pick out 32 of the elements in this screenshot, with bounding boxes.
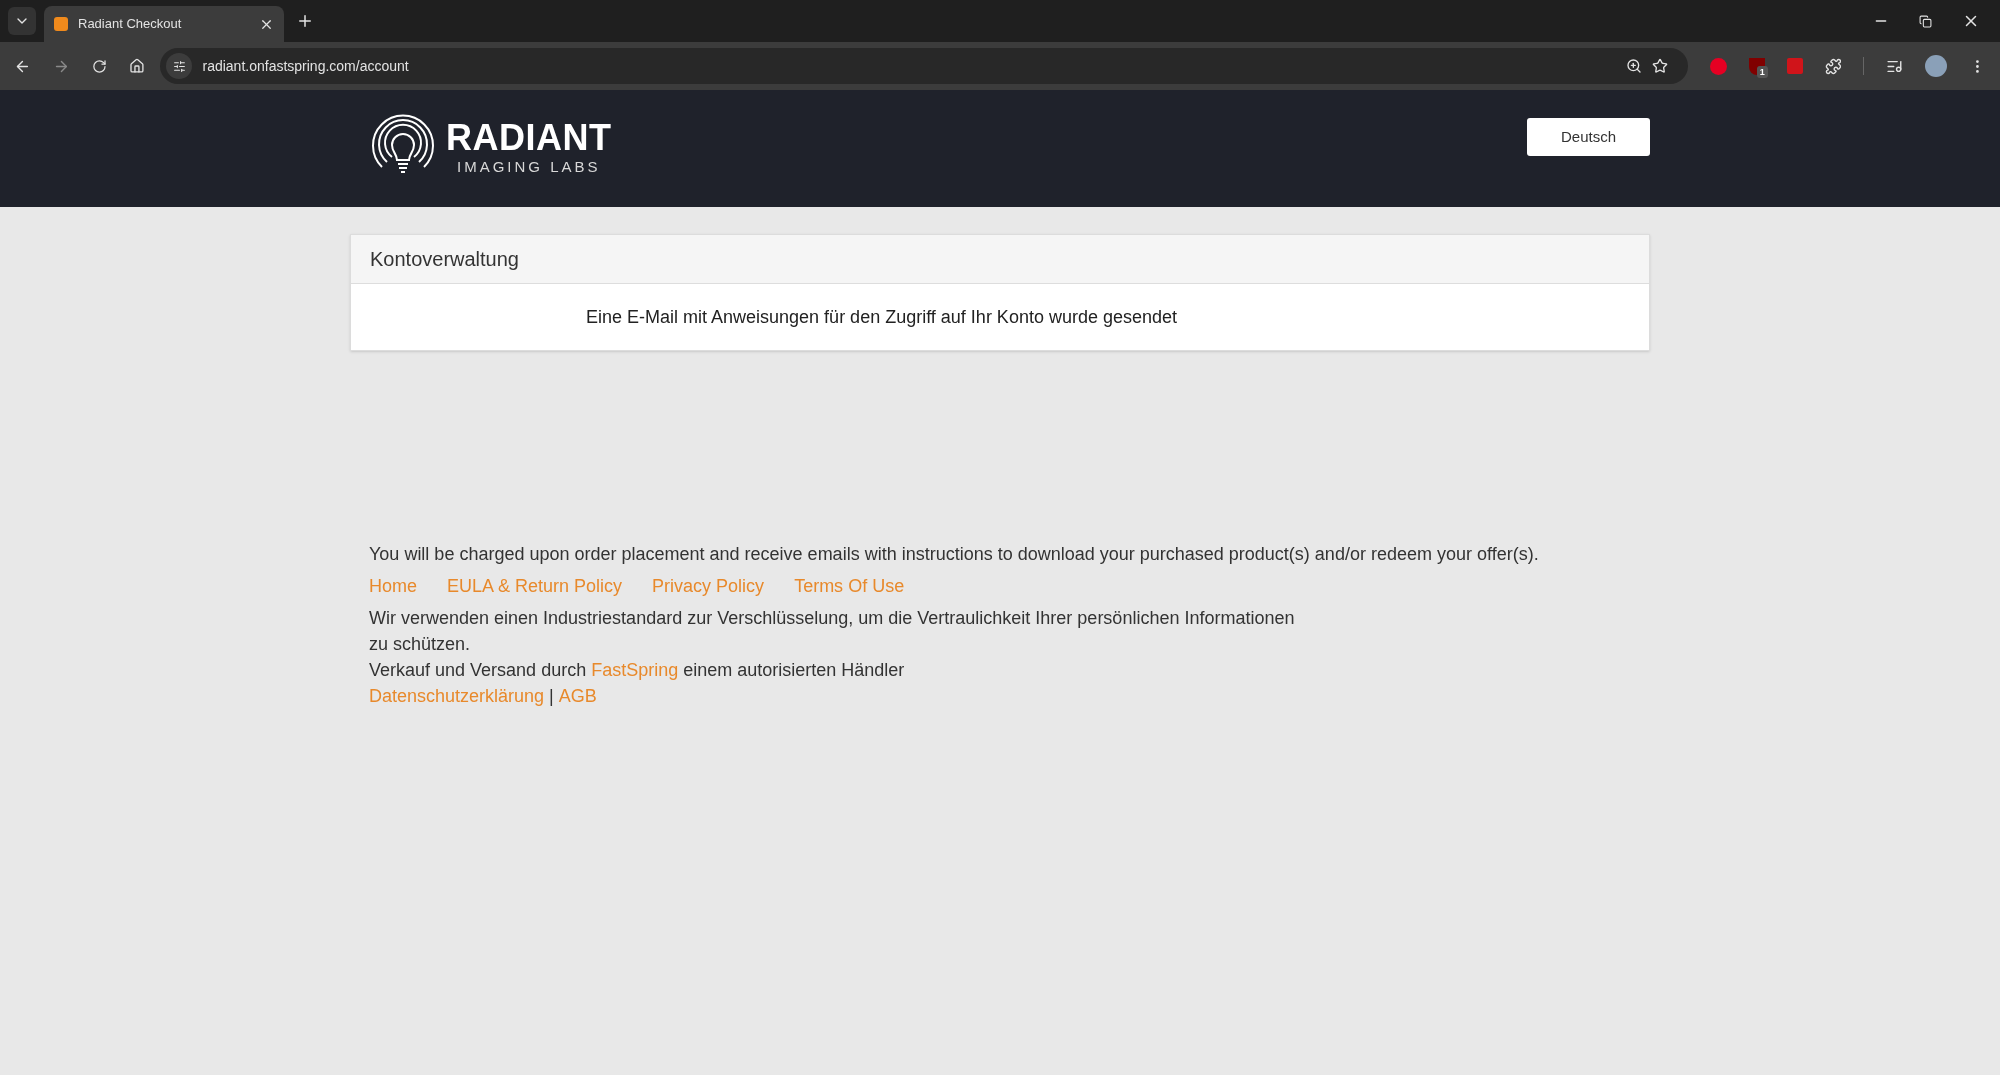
extensions-icon[interactable] bbox=[1824, 57, 1842, 75]
seller-notice: Verkauf und Versand durch FastSpring einem autorisierten Händler bbox=[369, 659, 906, 682]
encryption-notice: Wir verwenden einen Industriestandard zur Verschlüsselung, um die Vertraulichkeit Ihrer persönlichen Informationen zu schützen. bbox=[369, 607, 1296, 656]
browser-tab[interactable]: Radiant Checkout bbox=[44, 6, 284, 42]
extension-badge: 1 bbox=[1756, 65, 1768, 78]
reload-icon[interactable] bbox=[91, 58, 107, 74]
logo-subtitle: IMAGING LABS bbox=[456, 158, 601, 176]
home-icon[interactable] bbox=[128, 58, 145, 74]
footer-link[interactable]: Privacy Policy bbox=[652, 573, 765, 599]
footer-link[interactable]: Home bbox=[369, 573, 417, 599]
language-button[interactable]: Deutsch bbox=[1527, 118, 1650, 156]
site-favicon-icon bbox=[54, 17, 68, 31]
profile-avatar[interactable] bbox=[1925, 55, 1948, 77]
footer-link[interactable]: Terms Of Use bbox=[794, 573, 905, 599]
tab-search-button[interactable] bbox=[8, 7, 36, 35]
fastspring-link[interactable]: FastSpring bbox=[591, 660, 679, 680]
confirmation-message: Eine E-Mail mit Anweisungen für den Zugriff auf Ihr Konto wurde gesendet bbox=[586, 305, 1177, 329]
card-title: Kontoverwaltung bbox=[370, 247, 519, 272]
zoom-icon[interactable] bbox=[1625, 58, 1642, 74]
bookmark-star-icon[interactable] bbox=[1651, 58, 1668, 74]
site-settings-icon[interactable] bbox=[166, 53, 193, 79]
new-tab-icon[interactable] bbox=[296, 12, 314, 30]
address-bar[interactable]: radiant.onfastspring.com/account bbox=[160, 48, 1688, 84]
privacy-link[interactable]: Datenschutzerklärung bbox=[369, 683, 545, 709]
address-text: radiant.onfastspring.com/account bbox=[202, 56, 410, 76]
logo-title: RADIANT bbox=[446, 118, 612, 158]
charge-notice: You will be charged upon order placement and receive emails with instructions to download your purchased product(s) and/or redeem your offer(s). bbox=[369, 543, 1540, 566]
restore-icon[interactable] bbox=[1919, 14, 1932, 28]
tab-title: Radiant Checkout bbox=[78, 15, 183, 34]
footer-link[interactable]: EULA & Return Policy bbox=[447, 573, 623, 599]
link-separator: | bbox=[549, 685, 554, 708]
terms-link[interactable]: AGB bbox=[558, 683, 597, 709]
